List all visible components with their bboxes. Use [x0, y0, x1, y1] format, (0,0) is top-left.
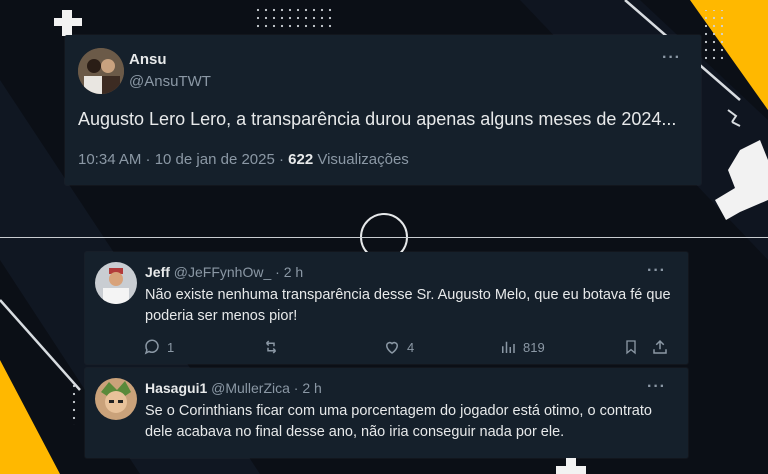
- reply-button[interactable]: 1: [143, 338, 174, 356]
- reply-header: Hasagui1 @MullerZica · 2 h: [145, 380, 322, 396]
- avatar[interactable]: [95, 262, 137, 304]
- more-options-button[interactable]: ···: [647, 262, 666, 280]
- comment-icon: [144, 339, 159, 355]
- author-handle[interactable]: @AnsuTWT: [129, 73, 211, 90]
- analytics-icon: [502, 341, 515, 353]
- reply-text: Não existe nenhuma transparência desse S…: [145, 287, 671, 324]
- share-icon: [653, 339, 667, 354]
- bookmark-icon: [626, 340, 636, 355]
- author-handle[interactable]: @MullerZica · 2 h: [211, 380, 322, 396]
- retweet-button[interactable]: [261, 338, 281, 356]
- reply-card[interactable]: Hasagui1 @MullerZica · 2 h ··· Se o Cori…: [85, 368, 688, 458]
- author-name[interactable]: Jeff: [145, 264, 170, 280]
- tweet-text: Augusto Lero Lero, a transparência durou…: [78, 109, 677, 129]
- author-name[interactable]: Hasagui1: [145, 380, 207, 396]
- views-label: Visualizações: [317, 151, 409, 168]
- tweet-timestamp[interactable]: 10:34 AM · 10 de jan de 2025 ·: [78, 151, 284, 168]
- bookmark-button[interactable]: [623, 338, 639, 356]
- like-button[interactable]: 4: [383, 338, 414, 356]
- retweet-icon: [265, 340, 277, 354]
- separator-line: [0, 237, 768, 238]
- reply-card[interactable]: Jeff @JeFFynhOw_ · 2 h ··· Não existe ne…: [85, 252, 688, 364]
- author-handle[interactable]: @JeFFynhOw_ · 2 h: [174, 264, 303, 280]
- action-bar: 1 4 819: [143, 338, 673, 358]
- main-tweet-card[interactable]: Ansu @AnsuTWT ··· Augusto Lero Lero, a t…: [65, 35, 701, 185]
- share-button[interactable]: [651, 338, 669, 356]
- reply-count: 1: [167, 339, 175, 355]
- reply-header: Jeff @JeFFynhOw_ · 2 h: [145, 264, 303, 280]
- avatar[interactable]: [95, 378, 137, 420]
- views-count: 819: [523, 339, 545, 355]
- author-name[interactable]: Ansu: [129, 51, 167, 68]
- like-count: 4: [407, 339, 415, 355]
- views-button[interactable]: 819: [499, 338, 545, 356]
- avatar[interactable]: [78, 48, 124, 94]
- more-options-button[interactable]: ···: [662, 49, 681, 67]
- more-options-button[interactable]: ···: [647, 378, 666, 396]
- reply-text: Se o Corinthians ficar com uma porcentag…: [145, 403, 652, 440]
- heart-icon: [385, 341, 399, 354]
- tweet-meta: 10:34 AM · 10 de jan de 2025 · 622 Visua…: [78, 151, 409, 168]
- views-count: 622: [288, 151, 314, 168]
